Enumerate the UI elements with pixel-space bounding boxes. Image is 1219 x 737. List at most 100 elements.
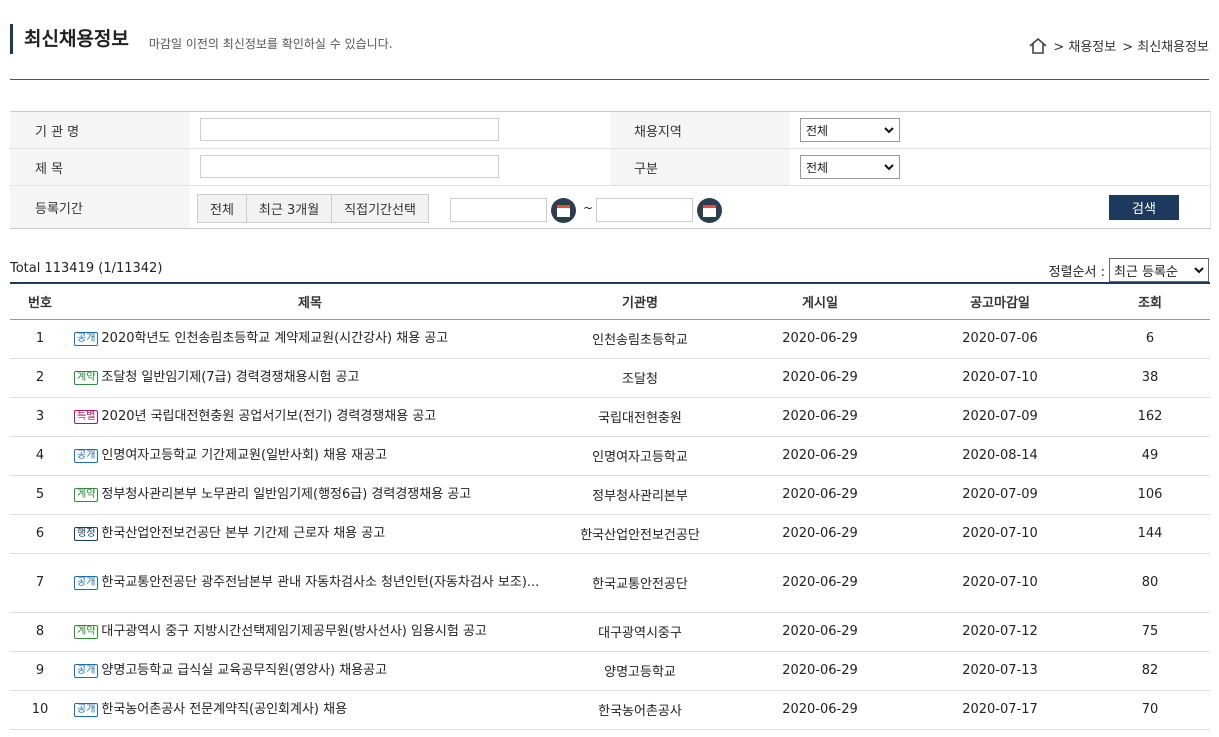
period-3months-button[interactable]: 최근 3개월 xyxy=(245,194,333,223)
row-views: 49 xyxy=(1141,448,1159,463)
row-title-link[interactable]: 조달청 일반임기제(7급) 경력경쟁채용시험 공고 xyxy=(101,370,359,385)
row-title-cell: 공개 인명여자고등학교 기간제교원(일반사회) 채용 재공고 xyxy=(70,436,550,475)
chevron-down-icon xyxy=(884,123,894,137)
sort-label: 정렬순서 : xyxy=(1048,264,1105,280)
row-org: 정부청사관리본부 xyxy=(592,489,688,504)
start-date-input[interactable] xyxy=(450,198,547,222)
row-title-link[interactable]: 한국산업안전보건공단 본부 기간제 근로자 채용 공고 xyxy=(101,526,385,541)
col-header-deadline[interactable]: 공고마감일 xyxy=(910,283,1090,319)
title-input[interactable] xyxy=(200,155,499,178)
table-header-row: 번호 제목 기관명 게시일 공고마감일 조회 xyxy=(10,283,1210,319)
row-org: 인천송림초등학교 xyxy=(592,333,688,348)
row-title-link[interactable]: 대구광역시 중구 지방시간선택제임기제공무원(방사선사) 임용시험 공고 xyxy=(101,624,486,639)
row-title-link[interactable]: 2020년 국립대전현충원 공업서기보(전기) 경력경쟁채용 공고 xyxy=(101,409,436,424)
row-deadline: 2020-07-10 xyxy=(962,526,1038,541)
calendar-icon[interactable] xyxy=(697,198,722,223)
table-row[interactable]: 3 특별 2020년 국립대전현충원 공업서기보(전기) 경력경쟁채용 공고 국립대전… xyxy=(10,397,1210,436)
row-badge: 공개 xyxy=(74,331,99,346)
row-posted-date: 2020-06-29 xyxy=(782,624,858,639)
row-title-cell: 공개 한국농어촌공사 전문계약직(공인회계사) 채용 xyxy=(70,690,550,729)
table-row[interactable]: 10 공개 한국농어촌공사 전문계약직(공인회계사) 채용 한국농어촌공사 2020-0… xyxy=(10,690,1210,729)
table-row[interactable]: 5 계약 정부청사관리본부 노무관리 일반임기제(행정6급) 경력경쟁채용 공고 정부… xyxy=(10,475,1210,514)
title-label: 제 목 xyxy=(10,149,190,185)
breadcrumb-item-latest[interactable]: > 최신채용정보 xyxy=(1122,36,1209,55)
row-deadline: 2020-07-09 xyxy=(962,487,1038,502)
end-date-input[interactable] xyxy=(596,198,693,222)
period-all-button[interactable]: 전체 xyxy=(197,194,247,223)
page-header: 최신채용정보 마감일 이전의 최신정보를 확인하실 수 있습니다. xyxy=(10,22,393,54)
breadcrumb-item-jobs[interactable]: > 채용정보 xyxy=(1053,36,1116,55)
row-org: 양명고등학교 xyxy=(604,665,676,680)
calendar-icon[interactable] xyxy=(551,198,576,223)
row-posted-date: 2020-06-29 xyxy=(782,448,858,463)
period-label: 등록기간 xyxy=(10,186,190,228)
table-row[interactable]: 6 행정 한국산업안전보건공단 본부 기간제 근로자 채용 공고 한국산업안전보건공단… xyxy=(10,514,1210,553)
search-button[interactable]: 검색 xyxy=(1109,195,1179,220)
row-badge: 특별 xyxy=(74,409,99,424)
org-label: 기 관 명 xyxy=(10,112,190,148)
row-views: 6 xyxy=(1145,331,1155,346)
row-number: 7 xyxy=(35,575,45,590)
col-header-no[interactable]: 번호 xyxy=(10,283,70,319)
row-title-link[interactable]: 인명여자고등학교 기간제교원(일반사회) 채용 재공고 xyxy=(101,448,387,463)
chevron-down-icon xyxy=(884,160,894,174)
row-number: 3 xyxy=(35,409,45,424)
col-header-title[interactable]: 제목 xyxy=(70,283,550,319)
row-title-link[interactable]: 한국교통안전공단 광주전남본부 관내 자동차검사소 청년인턴(자동차검사 보조)… xyxy=(101,575,539,590)
row-number: 5 xyxy=(35,487,45,502)
row-org: 대구광역시중구 xyxy=(598,626,682,641)
table-row[interactable]: 9 공개 양명고등학교 급식실 교육공무직원(영양사) 채용공고 양명고등학교 2020… xyxy=(10,651,1210,690)
period-button-group: 전체 최근 3개월 직접기간선택 xyxy=(197,194,429,223)
row-number: 1 xyxy=(35,331,45,346)
row-posted-date: 2020-06-29 xyxy=(782,331,858,346)
sort-select-value: 최근 등록순 xyxy=(1114,264,1178,280)
table-row[interactable]: 7 공개 한국교통안전공단 광주전남본부 관내 자동차검사소 청년인턴(자동차검사 … xyxy=(10,553,1210,612)
row-title-link[interactable]: 한국농어촌공사 전문계약직(공인회계사) 채용 xyxy=(101,702,347,717)
region-select[interactable]: 전체 xyxy=(800,118,900,142)
row-title-link[interactable]: 정부청사관리본부 노무관리 일반임기제(행정6급) 경력경쟁채용 공고 xyxy=(101,487,471,502)
header-divider xyxy=(10,79,1209,80)
type-select[interactable]: 전체 xyxy=(800,155,900,179)
row-number: 6 xyxy=(35,526,45,541)
type-select-value: 전체 xyxy=(806,160,829,175)
row-title-cell: 공개 양명고등학교 급식실 교육공무직원(영양사) 채용공고 xyxy=(70,651,550,690)
row-deadline: 2020-07-09 xyxy=(962,409,1038,424)
row-title-cell: 공개 한국교통안전공단 광주전남본부 관내 자동차검사소 청년인턴(자동차검사 보… xyxy=(70,553,550,612)
table-row[interactable]: 1 공개 2020학년도 인천송림초등학교 계약제교원(시간강사) 채용 공고 인천송… xyxy=(10,319,1210,358)
table-row[interactable]: 4 공개 인명여자고등학교 기간제교원(일반사회) 채용 재공고 인명여자고등학교 20… xyxy=(10,436,1210,475)
col-header-org[interactable]: 기관명 xyxy=(550,283,730,319)
row-badge: 계약 xyxy=(74,370,99,385)
row-posted-date: 2020-06-29 xyxy=(782,702,858,717)
row-title-link[interactable]: 2020학년도 인천송림초등학교 계약제교원(시간강사) 채용 공고 xyxy=(101,331,448,346)
row-posted-date: 2020-06-29 xyxy=(782,370,858,385)
col-header-posted[interactable]: 게시일 xyxy=(730,283,910,319)
row-number: 8 xyxy=(35,624,45,639)
row-views: 144 xyxy=(1137,526,1163,541)
row-deadline: 2020-07-13 xyxy=(962,663,1038,678)
row-deadline: 2020-07-12 xyxy=(962,624,1038,639)
row-title-cell: 계약 대구광역시 중구 지방시간선택제임기제공무원(방사선사) 임용시험 공고 xyxy=(70,612,550,651)
type-label: 구분 xyxy=(610,149,790,185)
row-badge: 공개 xyxy=(74,663,99,678)
table-row[interactable]: 2 계약 조달청 일반임기제(7급) 경력경쟁채용시험 공고 조달청 2020-06-2… xyxy=(10,358,1210,397)
region-select-value: 전체 xyxy=(806,123,829,138)
org-input[interactable] xyxy=(200,118,499,141)
row-posted-date: 2020-06-29 xyxy=(782,575,858,590)
row-title-link[interactable]: 양명고등학교 급식실 교육공무직원(영양사) 채용공고 xyxy=(101,663,387,678)
row-org: 한국농어촌공사 xyxy=(598,704,682,719)
row-badge: 공개 xyxy=(74,702,99,717)
row-org: 조달청 xyxy=(622,372,658,387)
breadcrumb: > 채용정보 > 최신채용정보 xyxy=(1029,36,1209,55)
col-header-views[interactable]: 조회 xyxy=(1090,283,1210,319)
table-row[interactable]: 8 계약 대구광역시 중구 지방시간선택제임기제공무원(방사선사) 임용시험 공고 대… xyxy=(10,612,1210,651)
page-title: 최신채용정보 xyxy=(24,28,129,50)
period-custom-button[interactable]: 직접기간선택 xyxy=(331,194,429,223)
row-views: 80 xyxy=(1141,575,1159,590)
home-icon[interactable] xyxy=(1029,37,1047,54)
row-number: 4 xyxy=(35,448,45,463)
total-count: Total 113419 (1/11342) xyxy=(10,261,163,276)
search-form: 기 관 명 채용지역 전체 제 목 구분 전체 등록기간 전체 최근 3개월 직… xyxy=(10,111,1211,229)
row-title-cell: 계약 조달청 일반임기제(7급) 경력경쟁채용시험 공고 xyxy=(70,358,550,397)
sort-select[interactable]: 최근 등록순 xyxy=(1109,258,1209,282)
chevron-down-icon xyxy=(1194,263,1204,278)
